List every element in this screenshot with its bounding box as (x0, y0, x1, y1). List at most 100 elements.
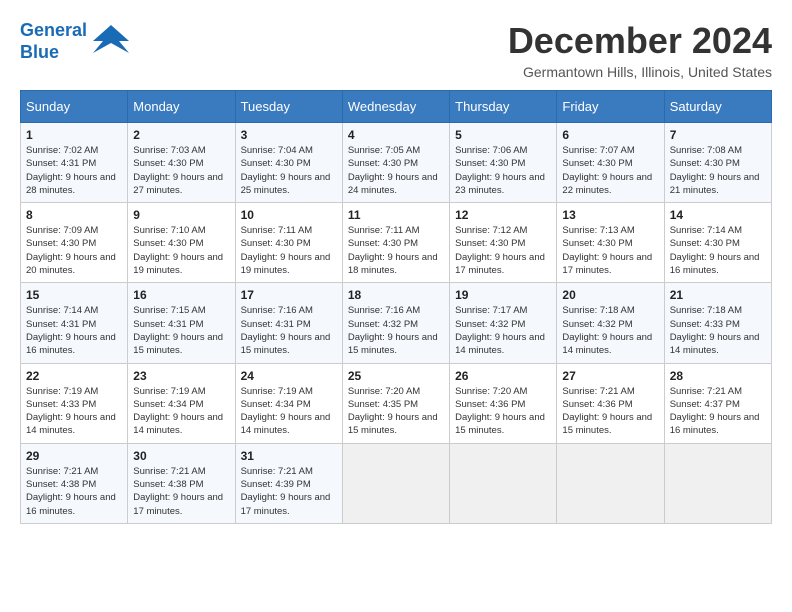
calendar-row-2: 8Sunrise: 7:09 AMSunset: 4:30 PMDaylight… (21, 203, 772, 283)
day-number: 28 (670, 369, 766, 383)
day-number: 19 (455, 288, 551, 302)
table-row (664, 443, 771, 523)
day-info: Sunrise: 7:12 AMSunset: 4:30 PMDaylight:… (455, 224, 551, 277)
day-info: Sunrise: 7:03 AMSunset: 4:30 PMDaylight:… (133, 144, 229, 197)
table-row: 29 Sunrise: 7:21 AMSunset: 4:38 PMDayligh… (21, 443, 128, 523)
day-number: 4 (348, 128, 444, 142)
day-info: Sunrise: 7:19 AMSunset: 4:34 PMDaylight:… (133, 385, 229, 438)
day-info: Sunrise: 7:07 AMSunset: 4:30 PMDaylight:… (562, 144, 658, 197)
day-number: 3 (241, 128, 337, 142)
table-row: 8Sunrise: 7:09 AMSunset: 4:30 PMDaylight… (21, 203, 128, 283)
day-info: Sunrise: 7:11 AMSunset: 4:30 PMDaylight:… (241, 224, 337, 277)
day-info: Sunrise: 7:05 AMSunset: 4:30 PMDaylight:… (348, 144, 444, 197)
month-title: December 2024 (508, 20, 772, 62)
calendar-table: SundayMondayTuesdayWednesdayThursdayFrid… (20, 90, 772, 524)
table-row: 18Sunrise: 7:16 AMSunset: 4:32 PMDayligh… (342, 283, 449, 363)
day-number: 2 (133, 128, 229, 142)
day-info: Sunrise: 7:04 AMSunset: 4:30 PMDaylight:… (241, 144, 337, 197)
table-row (342, 443, 449, 523)
header: General Blue December 2024 Germantown Hi… (20, 20, 772, 80)
day-number: 23 (133, 369, 229, 383)
day-info: Sunrise: 7:13 AMSunset: 4:30 PMDaylight:… (562, 224, 658, 277)
table-row: 31 Sunrise: 7:21 AMSunset: 4:39 PMDayligh… (235, 443, 342, 523)
day-info: Sunrise: 7:20 AMSunset: 4:36 PMDaylight:… (455, 385, 551, 438)
day-number: 1 (26, 128, 122, 142)
table-row: 1 Sunrise: 7:02 AMSunset: 4:31 PMDaylight… (21, 123, 128, 203)
day-info: Sunrise: 7:18 AMSunset: 4:33 PMDaylight:… (670, 304, 766, 357)
day-number: 26 (455, 369, 551, 383)
table-row: 26 Sunrise: 7:20 AMSunset: 4:36 PMDayligh… (450, 363, 557, 443)
calendar-header-wednesday: Wednesday (342, 91, 449, 123)
calendar-row-3: 15Sunrise: 7:14 AMSunset: 4:31 PMDayligh… (21, 283, 772, 363)
table-row: 13 Sunrise: 7:13 AMSunset: 4:30 PMDayligh… (557, 203, 664, 283)
table-row: 30Sunrise: 7:21 AMSunset: 4:38 PMDayligh… (128, 443, 235, 523)
day-info: Sunrise: 7:19 AMSunset: 4:33 PMDaylight:… (26, 385, 122, 438)
day-info: Sunrise: 7:16 AMSunset: 4:32 PMDaylight:… (348, 304, 444, 357)
table-row: 10Sunrise: 7:11 AMSunset: 4:30 PMDayligh… (235, 203, 342, 283)
day-info: Sunrise: 7:19 AMSunset: 4:34 PMDaylight:… (241, 385, 337, 438)
day-number: 12 (455, 208, 551, 222)
day-number: 31 (241, 449, 337, 463)
day-info: Sunrise: 7:21 AMSunset: 4:38 PMDaylight:… (26, 465, 122, 518)
calendar-header-row: SundayMondayTuesdayWednesdayThursdayFrid… (21, 91, 772, 123)
day-number: 17 (241, 288, 337, 302)
table-row: 7Sunrise: 7:08 AMSunset: 4:30 PMDaylight… (664, 123, 771, 203)
day-info: Sunrise: 7:02 AMSunset: 4:31 PMDaylight:… (26, 144, 122, 197)
day-number: 8 (26, 208, 122, 222)
table-row: 4 Sunrise: 7:05 AMSunset: 4:30 PMDaylight… (342, 123, 449, 203)
day-number: 14 (670, 208, 766, 222)
table-row: 27Sunrise: 7:21 AMSunset: 4:36 PMDayligh… (557, 363, 664, 443)
table-row: 28 Sunrise: 7:21 AMSunset: 4:37 PMDayligh… (664, 363, 771, 443)
table-row: 21 Sunrise: 7:18 AMSunset: 4:33 PMDayligh… (664, 283, 771, 363)
calendar-header-friday: Friday (557, 91, 664, 123)
table-row: 14 Sunrise: 7:14 AMSunset: 4:30 PMDayligh… (664, 203, 771, 283)
day-number: 25 (348, 369, 444, 383)
day-number: 21 (670, 288, 766, 302)
table-row: 11Sunrise: 7:11 AMSunset: 4:30 PMDayligh… (342, 203, 449, 283)
day-info: Sunrise: 7:17 AMSunset: 4:32 PMDaylight:… (455, 304, 551, 357)
table-row: 22 Sunrise: 7:19 AMSunset: 4:33 PMDayligh… (21, 363, 128, 443)
table-row: 3 Sunrise: 7:04 AMSunset: 4:30 PMDaylight… (235, 123, 342, 203)
table-row: 12 Sunrise: 7:12 AMSunset: 4:30 PMDayligh… (450, 203, 557, 283)
day-number: 5 (455, 128, 551, 142)
logo-bird-icon (93, 21, 129, 57)
day-number: 20 (562, 288, 658, 302)
day-info: Sunrise: 7:16 AMSunset: 4:31 PMDaylight:… (241, 304, 337, 357)
day-info: Sunrise: 7:21 AMSunset: 4:38 PMDaylight:… (133, 465, 229, 518)
day-number: 24 (241, 369, 337, 383)
table-row: 20 Sunrise: 7:18 AMSunset: 4:32 PMDayligh… (557, 283, 664, 363)
day-number: 11 (348, 208, 444, 222)
table-row (557, 443, 664, 523)
table-row: 24 Sunrise: 7:19 AMSunset: 4:34 PMDayligh… (235, 363, 342, 443)
day-number: 9 (133, 208, 229, 222)
location: Germantown Hills, Illinois, United State… (508, 64, 772, 80)
day-info: Sunrise: 7:15 AMSunset: 4:31 PMDaylight:… (133, 304, 229, 357)
table-row (450, 443, 557, 523)
day-number: 6 (562, 128, 658, 142)
day-number: 16 (133, 288, 229, 302)
table-row: 17 Sunrise: 7:16 AMSunset: 4:31 PMDayligh… (235, 283, 342, 363)
table-row: 9Sunrise: 7:10 AMSunset: 4:30 PMDaylight… (128, 203, 235, 283)
day-number: 13 (562, 208, 658, 222)
table-row: 15Sunrise: 7:14 AMSunset: 4:31 PMDayligh… (21, 283, 128, 363)
calendar-header-tuesday: Tuesday (235, 91, 342, 123)
table-row: 2 Sunrise: 7:03 AMSunset: 4:30 PMDaylight… (128, 123, 235, 203)
table-row: 23 Sunrise: 7:19 AMSunset: 4:34 PMDayligh… (128, 363, 235, 443)
day-info: Sunrise: 7:18 AMSunset: 4:32 PMDaylight:… (562, 304, 658, 357)
table-row: 19 Sunrise: 7:17 AMSunset: 4:32 PMDayligh… (450, 283, 557, 363)
day-info: Sunrise: 7:21 AMSunset: 4:36 PMDaylight:… (562, 385, 658, 438)
logo-line1: General (20, 20, 87, 42)
day-info: Sunrise: 7:06 AMSunset: 4:30 PMDaylight:… (455, 144, 551, 197)
day-info: Sunrise: 7:21 AMSunset: 4:39 PMDaylight:… (241, 465, 337, 518)
day-info: Sunrise: 7:21 AMSunset: 4:37 PMDaylight:… (670, 385, 766, 438)
table-row: 6 Sunrise: 7:07 AMSunset: 4:30 PMDaylight… (557, 123, 664, 203)
table-row: 5 Sunrise: 7:06 AMSunset: 4:30 PMDaylight… (450, 123, 557, 203)
title-area: December 2024 Germantown Hills, Illinois… (508, 20, 772, 80)
calendar-header-sunday: Sunday (21, 91, 128, 123)
day-number: 22 (26, 369, 122, 383)
calendar-header-thursday: Thursday (450, 91, 557, 123)
logo-line2: Blue (20, 42, 87, 64)
day-number: 29 (26, 449, 122, 463)
day-info: Sunrise: 7:20 AMSunset: 4:35 PMDaylight:… (348, 385, 444, 438)
day-info: Sunrise: 7:14 AMSunset: 4:30 PMDaylight:… (670, 224, 766, 277)
